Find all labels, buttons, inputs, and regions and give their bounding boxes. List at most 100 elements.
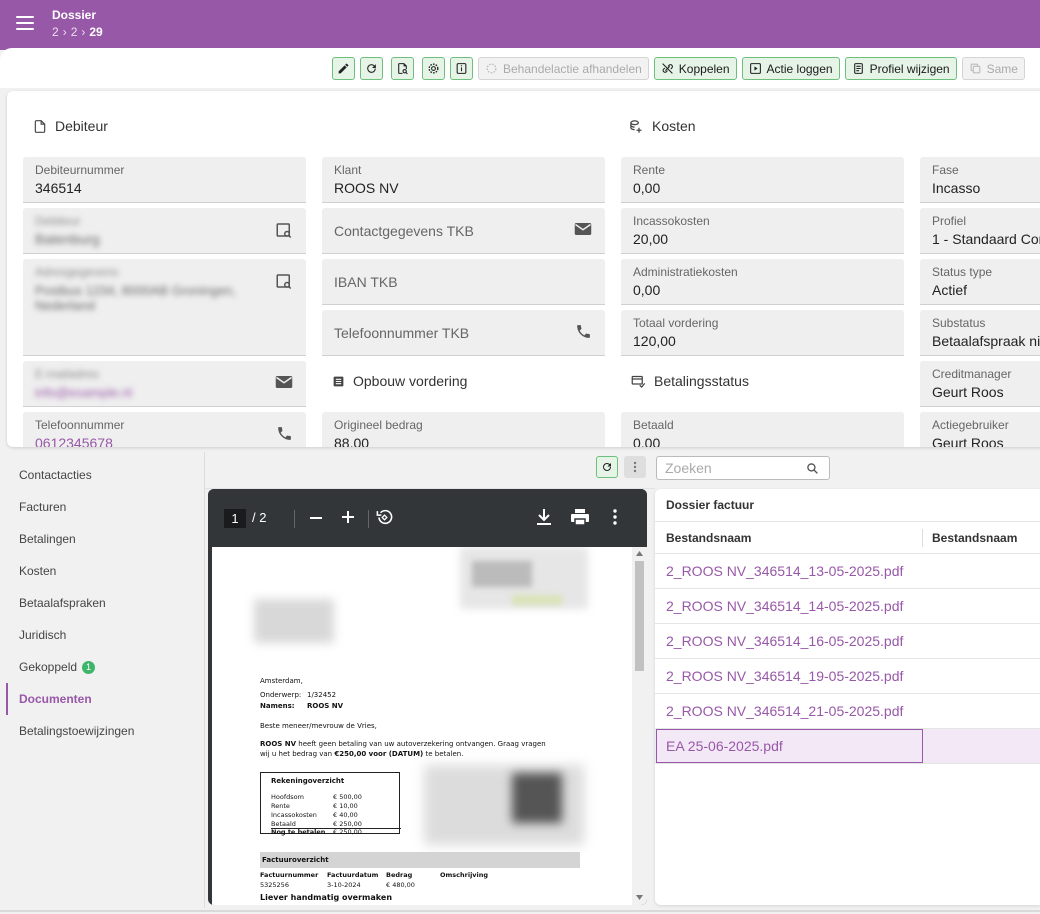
copy-icon [970, 63, 980, 74]
table-row[interactable]: 2_ROOS NV_346514_16-05-2025.pdf [655, 623, 1040, 658]
profiel-wijzigen-button[interactable]: Profiel wijzigen [844, 57, 957, 80]
document-search-icon[interactable] [275, 272, 293, 295]
letter-text: te betalen. [423, 750, 464, 758]
sidebar-item-juridisch[interactable]: Juridisch [19, 628, 66, 642]
totaal-vordering-field: Totaal vordering 120,00 [621, 310, 904, 356]
field-label: Profiel [932, 214, 967, 228]
info-icon [456, 63, 467, 74]
dossier-sidebar-nav: Contactacties Facturen Betalingen Kosten… [0, 452, 204, 914]
letter-body-line-2: wij u het bedrag van €250,00 voor (DATUM… [260, 750, 463, 758]
document-search-icon[interactable] [275, 221, 293, 244]
document-search-icon [398, 63, 408, 75]
factuur-header: Omschrijving [440, 871, 489, 879]
column-separator[interactable] [922, 529, 923, 547]
download-icon[interactable] [536, 508, 552, 526]
letter-namens-label: Namens: [260, 702, 295, 710]
table-row[interactable]: 2_ROOS NV_346514_14-05-2025.pdf [655, 588, 1040, 623]
table-row[interactable]: 2_ROOS NV_346514_19-05-2025.pdf [655, 658, 1040, 693]
document-search-button[interactable] [391, 57, 414, 80]
letter-onderwerp-label: Onderwerp: [260, 691, 302, 699]
blurred-content: Adresgegevens Postbus 1234, 8000AB Groni… [31, 263, 261, 319]
pdf-scrollbar[interactable] [632, 547, 647, 905]
debiteur-naam-field: Debiteur Batenburg [23, 208, 306, 254]
zoom-out-icon[interactable] [309, 513, 323, 523]
more-options-button[interactable] [624, 456, 646, 478]
sidebar-item-label: Contactacties [19, 468, 92, 482]
administratiekosten-field: Administratiekosten 0,00 [621, 259, 904, 305]
file-link[interactable]: 2_ROOS NV_346514_13-05-2025.pdf [666, 563, 903, 579]
sidebar-item-betalingstoewijzingen[interactable]: Betalingstoewijzingen [19, 724, 134, 738]
mail-icon[interactable] [275, 374, 293, 395]
sidebar-item-betalingen[interactable]: Betalingen [19, 532, 76, 546]
phone-link[interactable]: 0612345678 [35, 435, 113, 447]
field-value: 20,00 [633, 231, 669, 247]
samenvoegen-button[interactable]: Same [961, 57, 1025, 80]
rotate-icon[interactable] [375, 508, 394, 527]
search-input[interactable] [665, 460, 805, 476]
sidebar-item-documenten[interactable]: Documenten [19, 692, 92, 706]
page-number-input[interactable]: 1 [224, 509, 246, 528]
scroll-up-icon[interactable] [636, 551, 643, 556]
sidebar-item-facturen[interactable]: Facturen [19, 500, 66, 514]
breadcrumb-item[interactable]: 2 [71, 25, 78, 39]
field-label: Rente [633, 163, 666, 177]
search-icon[interactable] [806, 462, 819, 475]
table-row[interactable]: 2_ROOS NV_346514_21-05-2025.pdf [655, 693, 1040, 728]
button-label: Behandelactie afhandelen [503, 61, 642, 76]
sidebar-item-contactacties[interactable]: Contactacties [19, 468, 92, 482]
overzicht-label: Rente [271, 802, 290, 810]
behandelactie-afhandelen-button[interactable]: Behandelactie afhandelen [478, 57, 649, 80]
field-value: ROOS NV [334, 180, 399, 196]
phone-icon[interactable] [575, 323, 592, 345]
phone-icon[interactable] [276, 425, 293, 447]
column-header[interactable]: Bestandsnaam [932, 531, 1017, 545]
file-link[interactable]: 2_ROOS NV_346514_19-05-2025.pdf [666, 668, 903, 684]
field-label: Klant [334, 163, 362, 177]
button-label: Same [986, 61, 1018, 76]
section-title: Debiteur [55, 118, 108, 134]
sidebar-item-betaalafspraken[interactable]: Betaalafspraken [19, 596, 106, 610]
file-link[interactable]: 2_ROOS NV_346514_21-05-2025.pdf [666, 703, 903, 719]
table-row-selected[interactable]: EA 25-06-2025.pdf [655, 728, 1040, 763]
menu-icon[interactable] [16, 16, 34, 30]
zoom-in-icon[interactable] [341, 510, 355, 524]
debiteurnummer-field: Debiteurnummer 346514 [23, 157, 306, 203]
mail-icon[interactable] [574, 221, 592, 242]
scroll-down-icon[interactable] [636, 895, 643, 900]
origineel-bedrag-field: Origineel bedrag 88,00 [322, 412, 605, 447]
edit-button[interactable] [332, 57, 355, 80]
more-vertical-icon[interactable] [613, 509, 617, 525]
factuur-cell: 3-10-2024 [327, 881, 361, 889]
divider [655, 521, 1040, 522]
sidebar-item-gekoppeld[interactable]: Gekoppeld 1 [19, 660, 96, 674]
divider [368, 510, 369, 528]
scrollbar-thumb[interactable] [635, 561, 644, 671]
document-icon [853, 63, 863, 74]
field-label: Debiteur [35, 214, 81, 228]
sidebar-item-label: Betalingen [19, 532, 76, 546]
breadcrumb-item[interactable]: 2 [52, 25, 59, 39]
search-field[interactable] [656, 456, 830, 480]
overzicht-label: Betaald [271, 820, 296, 828]
file-link[interactable]: 2_ROOS NV_346514_14-05-2025.pdf [666, 598, 903, 614]
refresh-documents-button[interactable] [596, 456, 618, 478]
field-value: 0,00 [633, 180, 661, 196]
koppelen-button[interactable]: Koppelen [653, 57, 737, 80]
file-link[interactable]: 2_ROOS NV_346514_16-05-2025.pdf [666, 633, 903, 649]
actie-loggen-button[interactable]: Actie loggen [741, 57, 840, 80]
print-icon[interactable] [570, 508, 590, 526]
column-header[interactable]: Bestandsnaam [666, 531, 751, 545]
button-label: Profiel wijzigen [869, 61, 950, 76]
file-link[interactable]: EA 25-06-2025.pdf [666, 738, 783, 754]
overzicht-value: € 250,00 [333, 820, 362, 828]
field-value: Postbus 1234, 8000AB Groningen, Nederlan… [35, 283, 236, 313]
button-label: Koppelen [678, 61, 730, 76]
email-field: E-mailadres info@example.nl [23, 361, 306, 407]
refresh-button[interactable] [360, 57, 383, 80]
table-row[interactable]: 2_ROOS NV_346514_13-05-2025.pdf [655, 553, 1040, 588]
info-button[interactable] [450, 57, 473, 80]
settings-button[interactable] [422, 57, 445, 80]
sidebar-item-kosten[interactable]: Kosten [19, 564, 56, 578]
refresh-icon [603, 463, 611, 471]
factuur-header: Factuurdatum [327, 871, 379, 879]
